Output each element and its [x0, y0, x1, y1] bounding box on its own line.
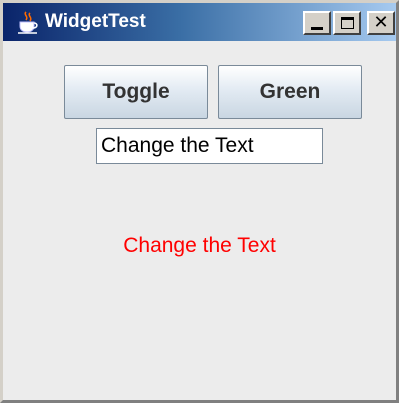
maximize-button[interactable]: [333, 11, 361, 35]
toggle-button[interactable]: Toggle: [64, 65, 208, 119]
text-input-field[interactable]: [96, 128, 323, 164]
green-button[interactable]: Green: [218, 65, 362, 119]
minimize-icon: [311, 26, 323, 30]
content-panel: Toggle Green Change the Text: [3, 41, 396, 400]
close-button[interactable]: ✕: [367, 11, 395, 35]
app-window: WidgetTest ✕ Toggle Green Change the Tex…: [0, 0, 399, 403]
close-icon: ✕: [373, 12, 389, 33]
maximize-icon: [340, 17, 354, 29]
title-bar[interactable]: WidgetTest ✕: [3, 3, 396, 41]
minimize-button[interactable]: [303, 11, 331, 35]
window-title: WidgetTest: [45, 11, 146, 32]
java-coffee-cup-icon: [18, 11, 38, 34]
output-label: Change the Text: [123, 234, 276, 257]
